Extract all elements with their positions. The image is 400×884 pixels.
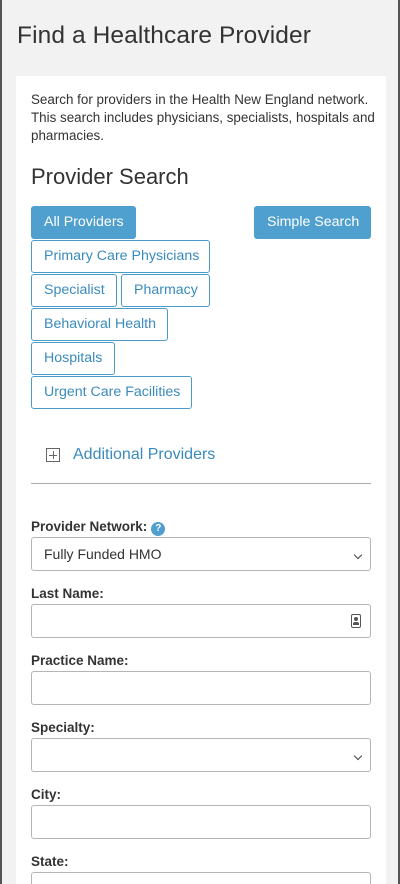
specialty-label: Specialty: [31, 720, 95, 735]
pharmacy-button[interactable]: Pharmacy [121, 274, 210, 307]
urgent-care-facilities-button[interactable]: Urgent Care Facilities [31, 376, 192, 409]
intro-text: Search for providers in the Health New E… [31, 92, 375, 143]
provider-search-panel: Search for providers in the Health New E… [16, 76, 386, 884]
specialty-select[interactable] [31, 738, 371, 772]
state-select[interactable] [31, 872, 371, 884]
primary-care-physicians-button[interactable]: Primary Care Physicians [31, 240, 210, 273]
simple-search-button[interactable]: Simple Search [254, 206, 371, 239]
contact-card-icon[interactable] [351, 614, 361, 628]
section-divider [31, 483, 371, 484]
city-label: City: [31, 787, 61, 802]
all-providers-button[interactable]: All Providers [31, 206, 136, 239]
chevron-down-icon [353, 751, 363, 761]
last-name-field[interactable] [31, 604, 371, 638]
practice-name-field[interactable] [31, 671, 371, 705]
chevron-down-icon [353, 550, 363, 560]
behavioral-health-button[interactable]: Behavioral Health [31, 308, 168, 341]
help-icon[interactable]: ? [151, 522, 166, 536]
provider-search-title: Provider Search [31, 164, 189, 189]
practice-name-label: Practice Name: [31, 653, 129, 668]
provider-network-select[interactable]: Fully Funded HMO [31, 537, 371, 571]
last-name-label: Last Name: [31, 586, 104, 601]
city-field[interactable] [31, 805, 371, 839]
hospitals-button[interactable]: Hospitals [31, 342, 115, 375]
window-border-left [0, 0, 2, 884]
state-label: State: [31, 854, 69, 869]
provider-network-label-text: Provider Network: [31, 519, 148, 534]
page-title: Find a Healthcare Provider [17, 22, 312, 49]
provider-network-label: Provider Network:? [31, 519, 166, 536]
additional-providers-toggle[interactable]: Additional Providers [31, 440, 371, 470]
plus-box-icon [46, 448, 60, 462]
specialist-button[interactable]: Specialist [31, 274, 117, 307]
provider-network-value: Fully Funded HMO [44, 546, 162, 562]
additional-providers-label: Additional Providers [73, 446, 216, 463]
